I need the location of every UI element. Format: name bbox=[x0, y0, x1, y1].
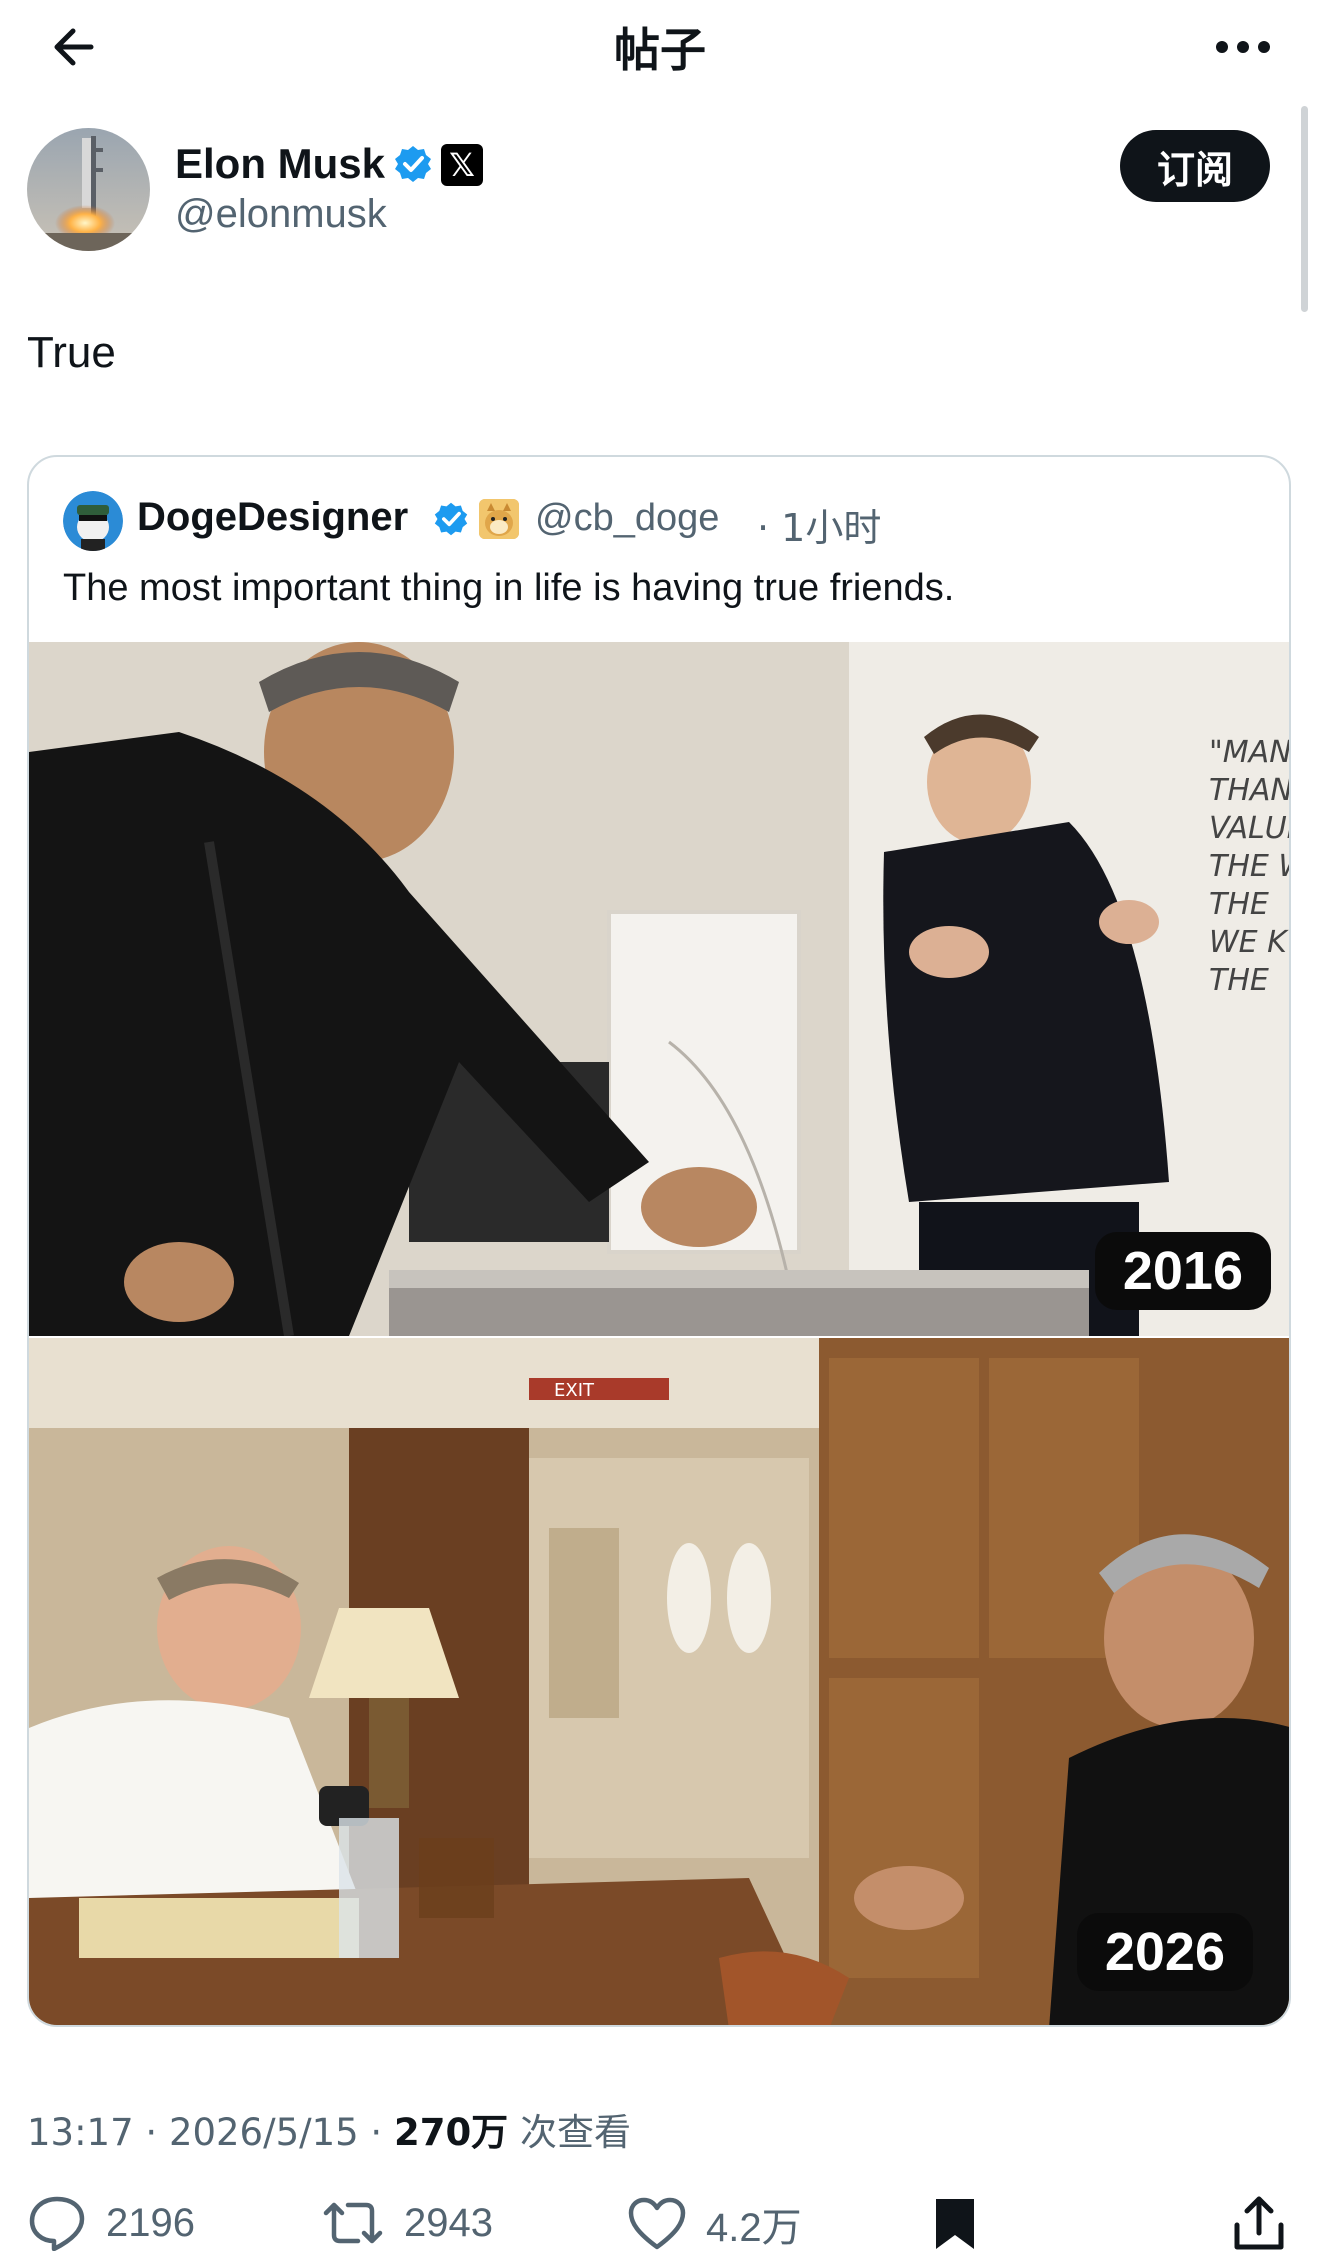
photo-2016[interactable]: "MAN H THAN VALUE THE W THE WE K THE bbox=[29, 642, 1291, 1336]
page-title: 帖子 bbox=[614, 23, 706, 77]
view-count: 270万 bbox=[393, 2111, 509, 2154]
verified-badge-icon bbox=[395, 146, 431, 182]
heart-icon bbox=[628, 2197, 686, 2250]
reply-count: 2196 bbox=[106, 2200, 195, 2245]
wall-text-line: VALUE bbox=[1209, 811, 1291, 846]
repost-button[interactable]: 2943 bbox=[322, 2195, 493, 2251]
view-label: 次查看 bbox=[519, 2111, 631, 2154]
repost-count: 2943 bbox=[404, 2200, 493, 2245]
post-text: True bbox=[27, 328, 116, 377]
repost-icon bbox=[323, 2202, 383, 2244]
x-affiliation-icon: 𝕏 bbox=[441, 144, 483, 186]
top-bar: 帖子 bbox=[0, 0, 1320, 90]
author-name[interactable]: Elon Musk bbox=[175, 140, 385, 188]
reply-icon bbox=[29, 2196, 85, 2251]
quoted-post-card[interactable]: DogeDesigner @cb_doge · 1小时 The most imp… bbox=[27, 455, 1291, 2027]
like-count: 4.2万 bbox=[706, 2206, 802, 2250]
wall-text-line: "MAN H bbox=[1209, 735, 1291, 770]
share-button[interactable] bbox=[1232, 2195, 1286, 2253]
bookmark-icon bbox=[936, 2199, 974, 2249]
exit-sign: EXIT bbox=[554, 1380, 595, 1401]
post-date: 2026/5/15 bbox=[168, 2111, 359, 2154]
scrollbar[interactable] bbox=[1301, 106, 1308, 312]
like-button[interactable]: 4.2万 bbox=[628, 2195, 802, 2253]
post-time: 13:17 bbox=[27, 2111, 134, 2154]
year-badge: 2026 bbox=[1076, 1913, 1253, 1991]
photo-2026[interactable]: EXIT 2026 bbox=[29, 1338, 1289, 2025]
wall-text-line: WE K bbox=[1209, 925, 1289, 960]
year-badge: 2016 bbox=[1094, 1232, 1271, 1310]
action-bar: 2196 2943 4.2万 bbox=[0, 2195, 1320, 2263]
wall-text-line: THAN bbox=[1209, 773, 1291, 808]
author-avatar[interactable] bbox=[27, 128, 150, 251]
reply-button[interactable]: 2196 bbox=[28, 2195, 195, 2251]
quoted-post-text: The most important thing in life is havi… bbox=[63, 567, 955, 609]
wall-text-line: THE bbox=[1209, 887, 1269, 922]
bookmark-button[interactable] bbox=[932, 2195, 978, 2253]
more-options-icon[interactable] bbox=[1208, 22, 1278, 72]
meta-separator: · bbox=[145, 2111, 158, 2154]
verified-badge-icon bbox=[434, 502, 468, 536]
quoted-author-name[interactable]: DogeDesigner bbox=[137, 495, 408, 540]
wall-text-line: THE bbox=[1209, 963, 1269, 998]
wall-text-line: THE W bbox=[1209, 849, 1291, 884]
post-meta: 13:17 · 2026/5/15 · 270万 次查看 bbox=[27, 2102, 631, 2156]
doge-badge-icon bbox=[479, 499, 519, 539]
subscribe-button[interactable]: 订阅 bbox=[1120, 130, 1270, 202]
share-icon bbox=[1234, 2196, 1284, 2250]
meta-separator: · bbox=[370, 2111, 383, 2154]
quoted-author-avatar[interactable] bbox=[63, 491, 123, 551]
quoted-post-time: · 1小时 bbox=[757, 506, 882, 550]
quoted-author-handle[interactable]: @cb_doge bbox=[535, 497, 719, 540]
author-handle[interactable]: @elonmusk bbox=[175, 192, 387, 237]
